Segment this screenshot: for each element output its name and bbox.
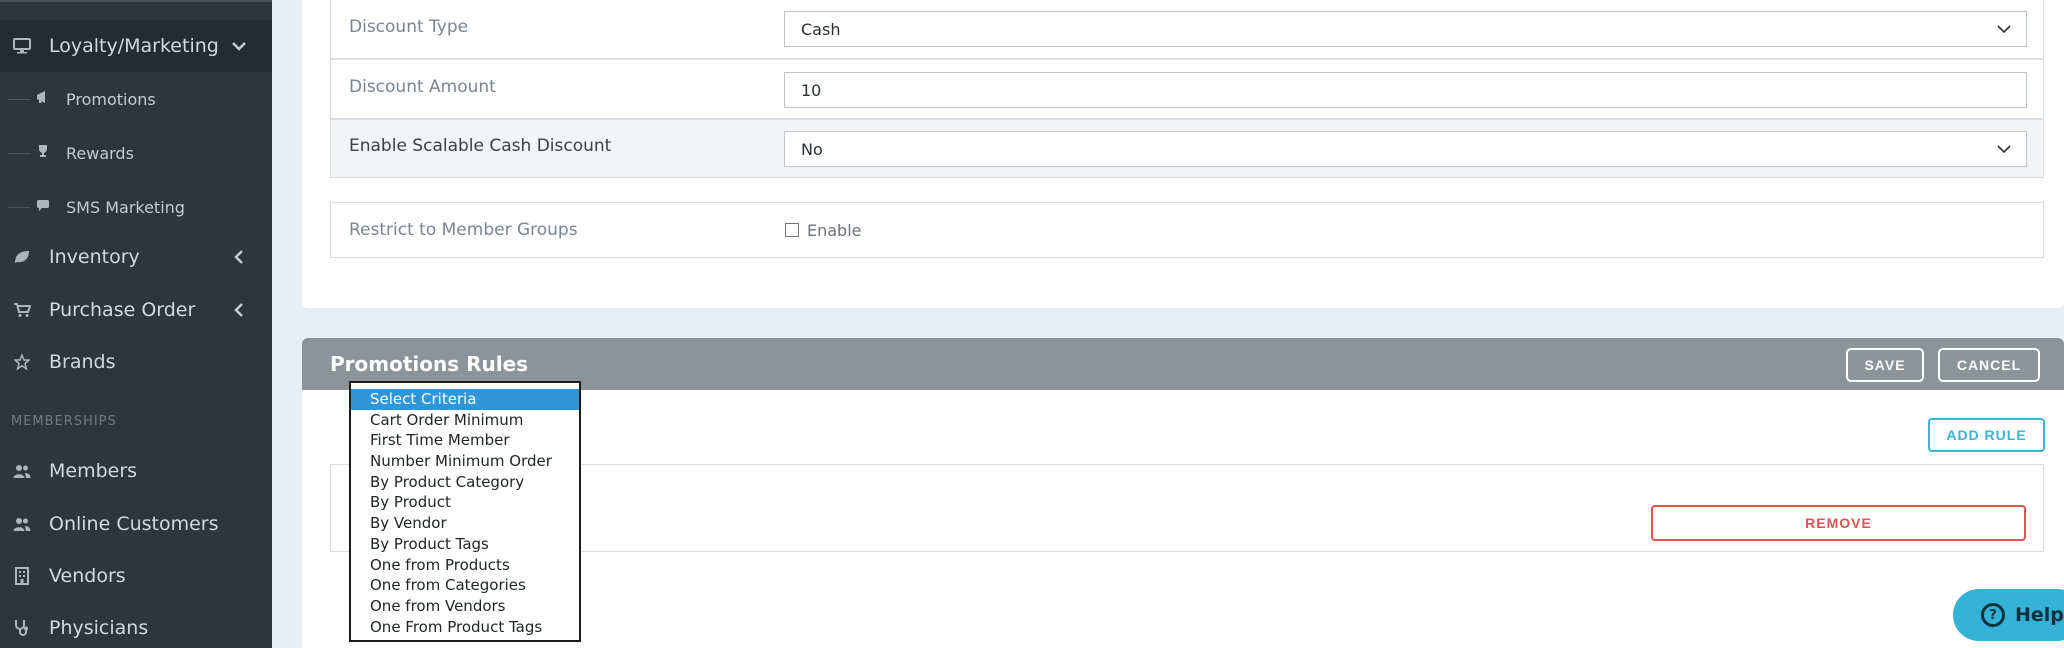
criteria-option-one-from-categories[interactable]: One from Categories	[351, 575, 579, 596]
restrict-member-groups-label: Restrict to Member Groups	[349, 220, 578, 240]
chevron-left-icon[interactable]	[230, 248, 248, 266]
sidebar-item-brands[interactable]: Brands	[0, 336, 272, 388]
criteria-dropdown-list[interactable]: Select Criteria Cart Order Minimum First…	[349, 381, 581, 642]
scalable-cash-discount-row: Enable Scalable Cash Discount No	[330, 119, 2044, 178]
monitor-icon	[12, 36, 32, 56]
sidebar-item-loyalty-marketing[interactable]: Loyalty/Marketing	[0, 20, 272, 72]
sidebar: Loyalty/Marketing Promotions Rewards SMS…	[0, 0, 272, 648]
sidebar-top-divider	[0, 0, 272, 2]
discount-amount-input[interactable]: 10	[784, 72, 2027, 108]
sidebar-item-label: Inventory	[49, 246, 140, 268]
cart-icon	[12, 300, 32, 320]
sidebar-subitem-label: SMS Marketing	[66, 197, 185, 217]
sidebar-item-label: Purchase Order	[49, 299, 196, 321]
enable-checkbox-label: Enable	[807, 221, 862, 240]
chevron-down-icon	[1996, 141, 2012, 160]
sidebar-item-label: Members	[49, 460, 138, 482]
sidebar-subitem-rewards[interactable]: Rewards	[0, 133, 272, 173]
discount-type-select[interactable]: Cash	[784, 11, 2027, 47]
chevron-down-icon	[1996, 21, 2012, 40]
chevron-down-icon[interactable]	[230, 37, 248, 55]
cancel-button[interactable]: CANCEL	[1938, 348, 2040, 382]
question-icon: ?	[1981, 603, 2005, 627]
tree-line	[8, 207, 30, 208]
sidebar-item-members[interactable]: Members	[0, 445, 272, 497]
sidebar-item-physicians[interactable]: Physicians	[0, 602, 272, 648]
discount-type-row: Discount Type Cash	[330, 0, 2044, 59]
promotions-rules-title: Promotions Rules	[330, 352, 529, 376]
sidebar-section-memberships: MEMBERSHIPS	[11, 414, 117, 429]
remove-rule-button[interactable]: REMOVE	[1651, 505, 2026, 541]
trophy-icon	[36, 144, 50, 162]
sidebar-subitem-label: Promotions	[66, 89, 156, 109]
add-rule-button[interactable]: ADD RULE	[1928, 418, 2045, 452]
discount-amount-label: Discount Amount	[349, 77, 496, 97]
sidebar-item-online-customers[interactable]: Online Customers	[0, 498, 272, 550]
scalable-cash-discount-value: No	[801, 139, 823, 159]
restrict-member-groups-row: Restrict to Member Groups Enable	[330, 202, 2044, 258]
scalable-cash-discount-select[interactable]: No	[784, 131, 2027, 167]
discount-type-value: Cash	[801, 19, 841, 39]
discount-amount-value: 10	[801, 80, 822, 100]
sidebar-item-vendors[interactable]: Vendors	[0, 550, 272, 602]
discount-type-label: Discount Type	[349, 17, 469, 37]
help-button[interactable]: ? Help	[1953, 589, 2064, 641]
chevron-left-icon[interactable]	[230, 301, 248, 319]
tree-line	[8, 153, 30, 154]
users-icon	[12, 461, 32, 481]
save-button[interactable]: SAVE	[1846, 348, 1924, 382]
help-label: Help	[2015, 604, 2064, 626]
criteria-option-one-from-vendors[interactable]: One from Vendors	[351, 596, 579, 617]
criteria-option-by-product-tags[interactable]: By Product Tags	[351, 534, 579, 555]
sidebar-subitem-label: Rewards	[66, 143, 134, 163]
sidebar-item-label: Brands	[49, 351, 116, 373]
sidebar-item-inventory[interactable]: Inventory	[0, 231, 272, 283]
criteria-option-number-minimum-order[interactable]: Number Minimum Order	[351, 451, 579, 472]
sidebar-item-label: Physicians	[49, 617, 149, 639]
megaphone-icon	[36, 90, 50, 108]
sidebar-subitem-sms-marketing[interactable]: SMS Marketing	[0, 187, 272, 227]
discount-amount-row: Discount Amount 10	[330, 59, 2044, 119]
sidebar-item-label: Online Customers	[49, 513, 219, 535]
criteria-option-one-from-product-tags[interactable]: One From Product Tags	[351, 617, 579, 638]
scalable-cash-discount-label: Enable Scalable Cash Discount	[349, 136, 612, 156]
criteria-option-select-criteria[interactable]: Select Criteria	[351, 389, 579, 410]
enable-checkbox[interactable]	[785, 223, 799, 237]
sidebar-item-label: Vendors	[49, 565, 126, 587]
criteria-option-cart-order-minimum[interactable]: Cart Order Minimum	[351, 410, 579, 431]
users-icon	[12, 514, 32, 534]
sidebar-subitem-promotions[interactable]: Promotions	[0, 79, 272, 119]
criteria-option-by-product-category[interactable]: By Product Category	[351, 472, 579, 493]
sidebar-item-label: Loyalty/Marketing	[49, 35, 219, 57]
building-icon	[12, 566, 32, 586]
criteria-option-first-time-member[interactable]: First Time Member	[351, 430, 579, 451]
star-icon	[12, 352, 32, 372]
sidebar-item-purchase-order[interactable]: Purchase Order	[0, 284, 272, 336]
leaf-icon	[12, 247, 32, 267]
criteria-option-one-from-products[interactable]: One from Products	[351, 555, 579, 576]
stethoscope-icon	[12, 618, 32, 638]
criteria-option-by-product[interactable]: By Product	[351, 492, 579, 513]
criteria-option-by-vendor[interactable]: By Vendor	[351, 513, 579, 534]
tree-line	[8, 99, 30, 100]
comment-icon	[36, 198, 50, 216]
